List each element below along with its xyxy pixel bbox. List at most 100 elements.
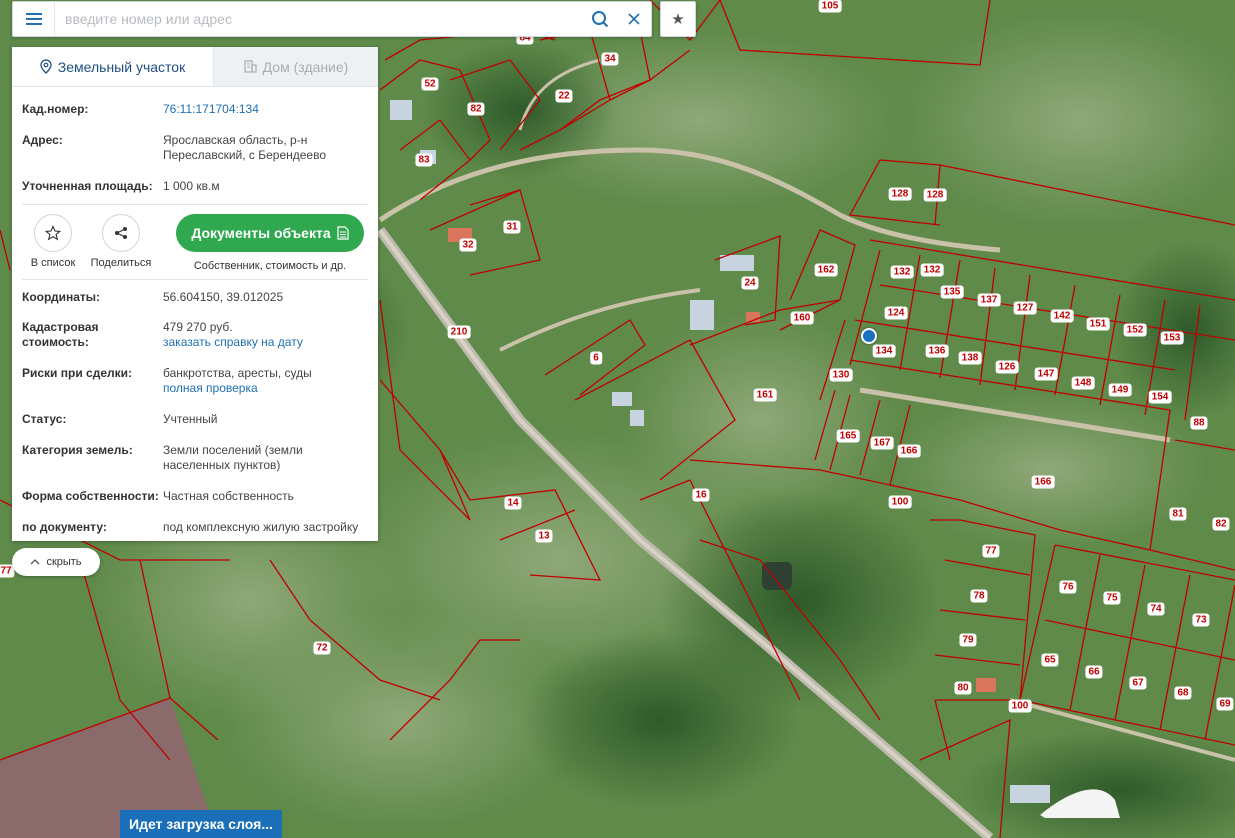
parcel-label[interactable]: 13 xyxy=(535,529,553,543)
search-input[interactable] xyxy=(55,2,583,36)
parcel-label[interactable]: 80 xyxy=(954,681,972,695)
row-address: Адрес: Ярославская область, р-н Переслав… xyxy=(22,133,368,163)
parcel-label[interactable]: 82 xyxy=(467,102,485,116)
parcel-label[interactable]: 31 xyxy=(503,220,521,234)
parcel-label[interactable]: 65 xyxy=(1041,653,1059,667)
field-value: Земли поселений (земли населенных пункто… xyxy=(163,443,303,472)
parcel-label[interactable]: 128 xyxy=(923,188,947,202)
tab-land-plot[interactable]: Земельный участок xyxy=(12,47,214,86)
hide-panel-button[interactable]: скрыть xyxy=(12,548,100,576)
parcel-label[interactable]: 105 xyxy=(818,0,842,13)
row-cadastral-cost: Кадастровая стоимость: 479 270 руб. зака… xyxy=(22,320,368,350)
field-value: под комплексную жилую застройку xyxy=(163,520,359,534)
add-to-list-button[interactable] xyxy=(34,214,72,252)
docs-caption: Собственник, стоимость и др. xyxy=(193,260,347,272)
parcel-label[interactable]: 134 xyxy=(872,344,896,358)
parcel-label[interactable]: 78 xyxy=(970,589,988,603)
parcel-label[interactable]: 166 xyxy=(897,444,921,458)
parcel-label[interactable]: 142 xyxy=(1050,309,1074,323)
parcel-label[interactable]: 79 xyxy=(959,633,977,647)
hide-label: скрыть xyxy=(46,556,82,568)
parcel-label[interactable]: 130 xyxy=(829,368,853,382)
share-label: Поделиться xyxy=(90,257,152,269)
parcel-label[interactable]: 132 xyxy=(890,265,914,279)
info-tabs: Земельный участок Дом (здание) xyxy=(12,47,378,87)
parcel-label[interactable]: 161 xyxy=(753,388,777,402)
menu-button[interactable] xyxy=(13,1,55,37)
search-button[interactable] xyxy=(583,1,617,37)
clear-button[interactable] xyxy=(617,1,651,37)
parcel-label[interactable]: 165 xyxy=(836,429,860,443)
parcel-label[interactable]: 82 xyxy=(1212,517,1230,531)
parcel-label[interactable]: 136 xyxy=(925,344,949,358)
tab-building[interactable]: Дом (здание) xyxy=(214,47,378,86)
parcel-label[interactable]: 147 xyxy=(1034,367,1058,381)
row-status: Статус: Учтенный xyxy=(22,412,368,427)
parcel-label[interactable]: 100 xyxy=(1008,699,1032,713)
parcel-label[interactable]: 160 xyxy=(790,311,814,325)
parcel-label[interactable]: 126 xyxy=(995,360,1019,374)
parcel-label[interactable]: 14 xyxy=(504,496,522,510)
parcel-label[interactable]: 69 xyxy=(1216,697,1234,711)
parcel-label[interactable]: 67 xyxy=(1129,676,1147,690)
parcel-label[interactable]: 81 xyxy=(1169,507,1187,521)
field-label: Кадастровая стоимость: xyxy=(22,320,99,349)
parcel-label[interactable]: 32 xyxy=(459,238,477,252)
parcel-label[interactable]: 127 xyxy=(1013,301,1037,315)
parcel-label[interactable]: 68 xyxy=(1174,686,1192,700)
parcel-label[interactable]: 167 xyxy=(870,436,894,450)
close-icon xyxy=(628,13,640,25)
parcel-label[interactable]: 132 xyxy=(920,263,944,277)
parcel-label[interactable]: 149 xyxy=(1108,383,1132,397)
parcel-label[interactable]: 6 xyxy=(590,351,602,365)
field-label: Статус: xyxy=(22,412,67,426)
parcel-info-panel: Земельный участок Дом (здание) Кад.номер… xyxy=(12,47,378,541)
row-area: Уточненная площадь: 1 000 кв.м xyxy=(22,179,368,194)
parcel-label[interactable]: 24 xyxy=(741,276,759,290)
parcel-label[interactable]: 88 xyxy=(1190,416,1208,430)
parcel-label[interactable]: 73 xyxy=(1192,613,1210,627)
parcel-label[interactable]: 77 xyxy=(982,544,1000,558)
parcel-label[interactable]: 152 xyxy=(1123,323,1147,337)
parcel-label[interactable]: 100 xyxy=(888,495,912,509)
field-label: по документу: xyxy=(22,520,107,534)
field-label: Кад.номер: xyxy=(22,102,89,116)
parcel-label[interactable]: 137 xyxy=(977,293,1001,307)
parcel-label[interactable]: 75 xyxy=(1103,591,1121,605)
parcel-label[interactable]: 128 xyxy=(888,187,912,201)
cadastral-number-link[interactable]: 76:11:171704:134 xyxy=(163,102,259,116)
selected-parcel-marker[interactable] xyxy=(861,328,877,344)
parcel-label[interactable]: 210 xyxy=(447,325,471,339)
document-icon xyxy=(337,226,349,240)
parcel-label[interactable]: 154 xyxy=(1148,390,1172,404)
parcel-label[interactable]: 166 xyxy=(1031,475,1055,489)
building-icon xyxy=(244,60,257,73)
parcel-label[interactable]: 124 xyxy=(884,306,908,320)
parcel-label[interactable]: 135 xyxy=(940,285,964,299)
hamburger-icon xyxy=(25,13,42,25)
parcel-label[interactable]: 66 xyxy=(1085,665,1103,679)
layer-loading-indicator: Идет загрузка слоя... xyxy=(120,810,282,838)
parcel-label[interactable]: 138 xyxy=(958,351,982,365)
parcel-label[interactable]: 76 xyxy=(1059,580,1077,594)
order-certificate-link[interactable]: заказать справку на дату xyxy=(163,335,303,349)
parcel-label[interactable]: 72 xyxy=(313,641,331,655)
parcel-label[interactable]: 16 xyxy=(692,488,710,502)
object-documents-button[interactable]: Документы объекта xyxy=(176,214,364,252)
parcel-label[interactable]: 34 xyxy=(601,52,619,66)
parcel-label[interactable]: 22 xyxy=(555,89,573,103)
favorites-button[interactable]: ★ xyxy=(660,1,696,37)
parcel-label[interactable]: 151 xyxy=(1086,317,1110,331)
row-risks: Риски при сделки: банкротства, аресты, с… xyxy=(22,366,368,396)
parcel-label[interactable]: 162 xyxy=(814,263,838,277)
parcel-label[interactable]: 74 xyxy=(1147,602,1165,616)
parcel-label[interactable]: 148 xyxy=(1071,376,1095,390)
field-label: Категория земель: xyxy=(22,443,133,457)
full-check-link[interactable]: полная проверка xyxy=(163,381,258,395)
share-button[interactable] xyxy=(102,214,140,252)
parcel-label[interactable]: 83 xyxy=(415,153,433,167)
field-label: Риски при сделки: xyxy=(22,366,133,380)
parcel-label[interactable]: 52 xyxy=(421,77,439,91)
parcel-label[interactable]: 153 xyxy=(1160,331,1184,345)
field-label: Адрес: xyxy=(22,133,63,147)
